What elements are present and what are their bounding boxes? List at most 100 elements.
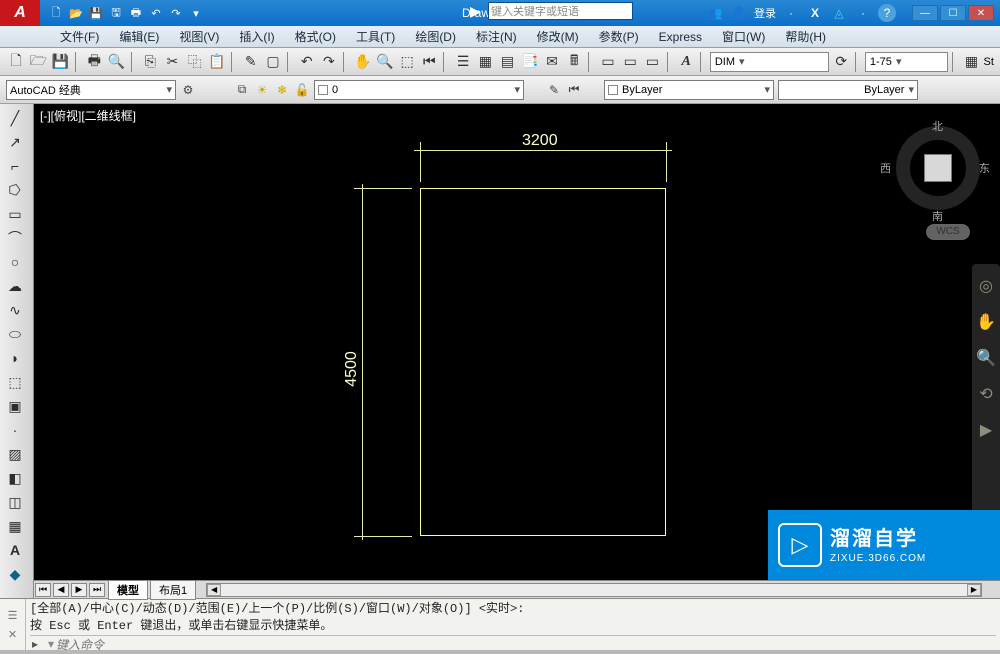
zoom-window-icon[interactable]: ⬚: [397, 51, 417, 73]
tb-icon-3[interactable]: ▭: [642, 51, 662, 73]
layer-props-icon[interactable]: ⧉: [234, 82, 250, 98]
line-icon[interactable]: ╱: [0, 106, 30, 130]
layer-lock-icon[interactable]: 🔓: [294, 82, 310, 98]
viewcube-south[interactable]: 南: [932, 208, 943, 224]
polygon-icon[interactable]: ⭔: [0, 178, 30, 202]
plot-icon[interactable]: 🖶: [84, 51, 104, 73]
revcloud-icon[interactable]: ☁: [0, 274, 30, 298]
circle-icon[interactable]: ○: [0, 250, 30, 274]
menu-edit[interactable]: 编辑(E): [109, 26, 169, 47]
dim-style-dropdown[interactable]: DIM▾: [710, 52, 829, 72]
match-prop-icon[interactable]: ✎: [241, 51, 261, 73]
tool-palette-icon[interactable]: ▤: [497, 51, 517, 73]
help-icon[interactable]: ?: [878, 4, 896, 22]
new-file-icon[interactable]: 🗋: [6, 51, 26, 73]
textstyle-icon[interactable]: A: [676, 51, 696, 73]
table-style-icon[interactable]: ▦: [961, 51, 981, 73]
xline-icon[interactable]: ↗: [0, 130, 30, 154]
workspace-dropdown[interactable]: AutoCAD 经典▾: [6, 80, 176, 100]
cut-icon[interactable]: ✂: [162, 51, 182, 73]
orbit-icon[interactable]: ⟲: [979, 384, 992, 404]
mtext-icon[interactable]: A: [0, 538, 30, 562]
menu-draw[interactable]: 绘图(D): [405, 26, 466, 47]
table-icon[interactable]: ▦: [0, 514, 30, 538]
menu-window[interactable]: 窗口(W): [712, 26, 775, 47]
horizontal-scrollbar[interactable]: ◀ ▶: [206, 583, 982, 597]
login-link[interactable]: 登录: [754, 5, 776, 21]
open-icon[interactable]: 📂: [68, 5, 84, 21]
viewcube[interactable]: 北 南 东 西: [888, 118, 988, 218]
command-input[interactable]: [56, 637, 356, 654]
make-block-icon[interactable]: ▣: [0, 394, 30, 418]
a360-icon[interactable]: ◬: [830, 4, 848, 22]
menu-view[interactable]: 视图(V): [169, 26, 229, 47]
design-center-icon[interactable]: ▦: [475, 51, 495, 73]
search-input[interactable]: [488, 2, 633, 20]
undo-icon[interactable]: ↶: [148, 5, 164, 21]
save-icon[interactable]: 💾: [88, 5, 104, 21]
menu-express[interactable]: Express: [649, 28, 712, 46]
publish-icon[interactable]: ⎘: [140, 51, 160, 73]
menu-modify[interactable]: 修改(M): [527, 26, 589, 47]
scale-dropdown[interactable]: 1-75▾: [865, 52, 948, 72]
scroll-right-icon[interactable]: ▶: [967, 584, 981, 596]
preview-icon[interactable]: 🔍: [106, 51, 126, 73]
tb-icon-2[interactable]: ▭: [620, 51, 640, 73]
properties-icon[interactable]: ☰: [453, 51, 473, 73]
saveas-icon[interactable]: 🖫: [108, 5, 124, 21]
linetype-dropdown[interactable]: ByLayer▾: [778, 80, 918, 100]
menu-file[interactable]: 文件(F): [50, 26, 109, 47]
layer-prev-icon[interactable]: ⏮: [566, 82, 582, 98]
workspace-settings-icon[interactable]: ⚙: [180, 82, 196, 98]
cmd-pin-icon[interactable]: ✕: [8, 628, 17, 641]
menu-tools[interactable]: 工具(T): [346, 26, 405, 47]
markup-icon[interactable]: ✉: [542, 51, 562, 73]
drawing-canvas[interactable]: [-][俯视][二维线框] 3200 4500 北 南 东 西 WCS ◎: [34, 104, 1000, 580]
ellipse-arc-icon[interactable]: ◗: [0, 346, 30, 370]
zoom-icon[interactable]: 🔍: [375, 51, 395, 73]
undo2-icon[interactable]: ↶: [297, 51, 317, 73]
showmotion-icon[interactable]: ▶: [980, 420, 992, 440]
zoom-prev-icon[interactable]: ⏮: [419, 51, 439, 73]
tab-next-icon[interactable]: ▶: [71, 583, 87, 597]
spline-icon[interactable]: ∿: [0, 298, 30, 322]
quickcalc-icon[interactable]: 🖩: [564, 51, 584, 73]
redo2-icon[interactable]: ↷: [319, 51, 339, 73]
print-icon[interactable]: 🖶: [128, 5, 144, 21]
viewcube-north[interactable]: 北: [932, 118, 943, 134]
pan-icon[interactable]: ✋: [353, 51, 373, 73]
region-icon[interactable]: ◫: [0, 490, 30, 514]
hatch-icon[interactable]: ▨: [0, 442, 30, 466]
new-icon[interactable]: 🗋: [48, 5, 64, 21]
redo-icon[interactable]: ↷: [168, 5, 184, 21]
layer-dropdown[interactable]: 0▾: [314, 80, 524, 100]
viewcube-east[interactable]: 东: [979, 160, 990, 176]
viewport-label[interactable]: [-][俯视][二维线框]: [40, 107, 136, 124]
tab-model[interactable]: 模型: [108, 580, 148, 600]
gradient-icon[interactable]: ◧: [0, 466, 30, 490]
user-icon[interactable]: 👤: [730, 4, 748, 22]
minimize-button[interactable]: —: [912, 5, 938, 21]
layer-match-icon[interactable]: ✎: [546, 82, 562, 98]
sheet-set-icon[interactable]: 📑: [520, 51, 540, 73]
layer-freeze-icon[interactable]: ❄: [274, 82, 290, 98]
wcs-badge[interactable]: WCS: [926, 224, 970, 240]
color-dropdown[interactable]: ByLayer▾: [604, 80, 774, 100]
menu-dimension[interactable]: 标注(N): [466, 26, 527, 47]
viewcube-west[interactable]: 西: [880, 160, 891, 176]
point-icon[interactable]: ·: [0, 418, 30, 442]
menu-insert[interactable]: 插入(I): [229, 26, 284, 47]
fullnav-wheel-icon[interactable]: ◎: [979, 276, 993, 296]
cmd-close-icon[interactable]: ☰: [8, 609, 18, 622]
tab-layout1[interactable]: 布局1: [150, 580, 196, 600]
scroll-left-icon[interactable]: ◀: [207, 584, 221, 596]
maximize-button[interactable]: ☐: [940, 5, 966, 21]
app-logo[interactable]: A: [0, 0, 40, 26]
menu-format[interactable]: 格式(O): [285, 26, 346, 47]
pan-tool-icon[interactable]: ✋: [976, 312, 996, 332]
save-file-icon[interactable]: 💾: [50, 51, 70, 73]
tab-last-icon[interactable]: ⏭: [89, 583, 105, 597]
qat-dropdown-icon[interactable]: ▾: [188, 5, 204, 21]
paste-icon[interactable]: 📋: [207, 51, 227, 73]
arc-icon[interactable]: ⌒: [0, 226, 30, 250]
